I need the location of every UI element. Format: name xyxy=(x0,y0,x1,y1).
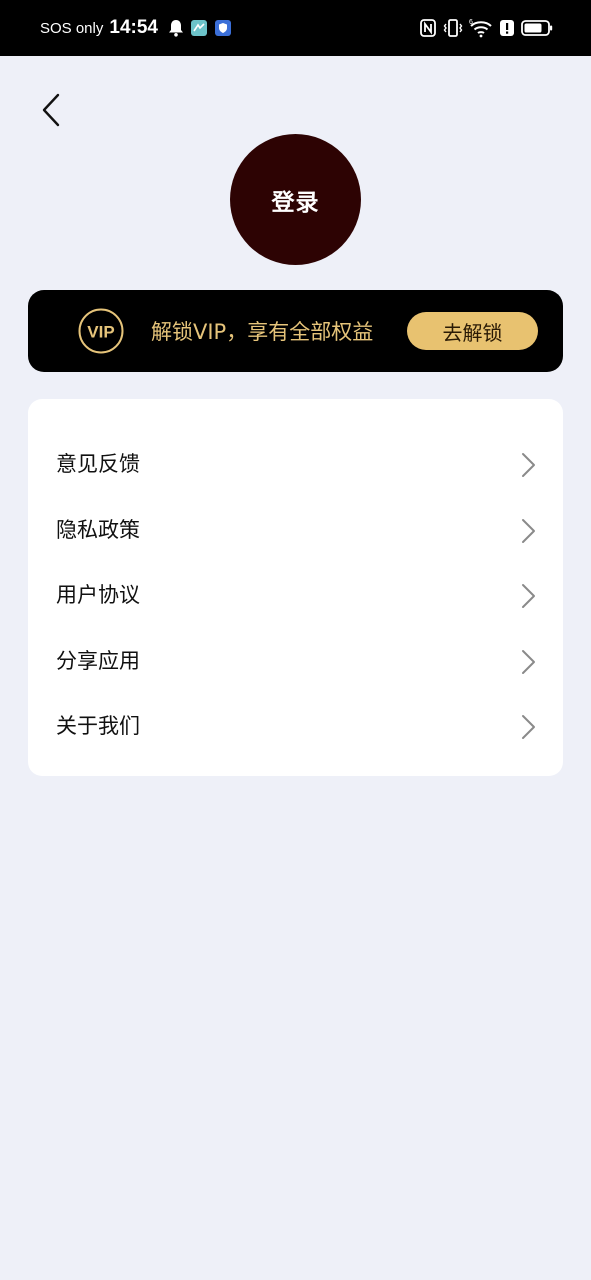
menu-item-feedback[interactable]: 意见反馈 xyxy=(28,432,563,498)
menu-item-about-us[interactable]: 关于我们 xyxy=(28,694,563,760)
menu-item-share-app[interactable]: 分享应用 xyxy=(28,629,563,695)
vip-banner: VIP 解锁VIP，享有全部权益 去解锁 xyxy=(28,290,563,372)
menu-item-label: 用户协议 xyxy=(56,583,140,608)
vip-badge-icon: VIP xyxy=(78,308,124,354)
unlock-vip-button[interactable]: 去解锁 xyxy=(407,312,538,350)
bell-icon xyxy=(168,19,184,37)
settings-menu-list: 意见反馈 隐私政策 用户协议 分享应用 关于我们 xyxy=(28,432,563,760)
menu-item-label: 关于我们 xyxy=(56,714,140,739)
battery-icon xyxy=(521,18,553,38)
vibrate-icon xyxy=(443,18,463,38)
status-right: 6 xyxy=(419,0,553,56)
menu-item-label: 隐私政策 xyxy=(56,517,140,542)
wifi-icon: 6 xyxy=(469,18,493,38)
menu-item-privacy-policy[interactable]: 隐私政策 xyxy=(28,498,563,564)
chevron-left-icon xyxy=(42,93,60,127)
login-avatar-button[interactable]: 登录 xyxy=(230,134,361,265)
chevron-right-icon xyxy=(522,649,535,674)
shield-app-icon xyxy=(214,19,232,37)
login-label: 登录 xyxy=(271,189,320,216)
menu-item-label: 意见反馈 xyxy=(56,452,140,476)
carrier-label: SOS only xyxy=(40,19,104,37)
alert-icon xyxy=(499,18,515,38)
clock: 14:54 xyxy=(109,17,158,38)
status-bar: SOS only 14:54 6 xyxy=(0,0,591,56)
vip-badge-text: VIP xyxy=(87,323,114,342)
chevron-right-icon xyxy=(522,715,535,740)
back-button[interactable] xyxy=(34,90,68,130)
vip-promo-text: 解锁VIP，享有全部权益 xyxy=(151,320,374,344)
status-left: SOS only 14:54 xyxy=(40,0,232,56)
chevron-right-icon xyxy=(522,518,535,543)
chevron-right-icon xyxy=(522,584,535,609)
app-notification-icon xyxy=(190,19,208,37)
settings-menu-card: 意见反馈 隐私政策 用户协议 分享应用 关于我们 xyxy=(28,399,563,776)
nfc-icon xyxy=(419,18,437,38)
menu-item-user-agreement[interactable]: 用户协议 xyxy=(28,563,563,629)
chevron-right-icon xyxy=(522,453,535,477)
wifi-badge: 6 xyxy=(469,19,473,26)
menu-item-label: 分享应用 xyxy=(56,648,140,673)
